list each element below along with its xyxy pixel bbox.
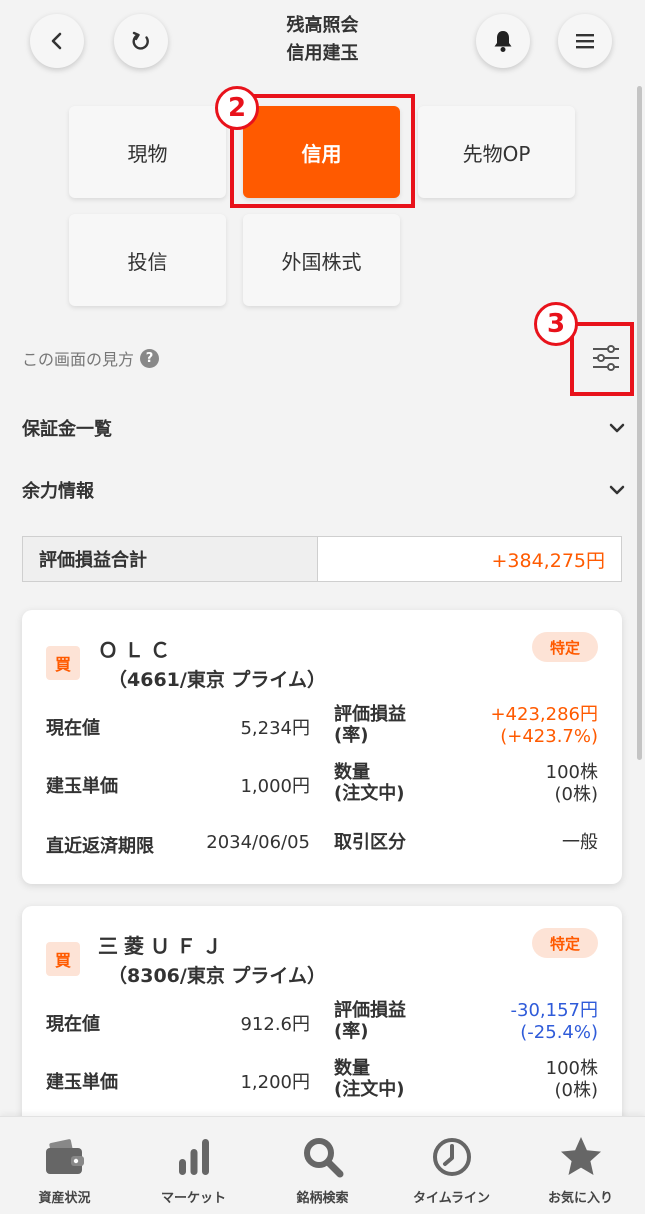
nav-assets-label: 資産状況: [38, 1191, 91, 1206]
pl-label-line1: 評価損益: [334, 1000, 406, 1021]
pl-label: 評価損益 (率): [334, 1000, 406, 1042]
refresh-button[interactable]: [114, 14, 168, 68]
callout-number-3: 3: [534, 302, 578, 346]
page-title-line2: 信用建玉: [286, 43, 359, 64]
page-title-line1: 残高照会: [286, 15, 359, 36]
wallet-icon: [45, 1139, 84, 1174]
howto-link[interactable]: この画面の見方 ?: [22, 346, 160, 370]
bell-icon: [494, 31, 512, 52]
stock-code: （8306/東京 プライム）: [108, 965, 327, 987]
search-icon: [303, 1138, 343, 1178]
nav-market[interactable]: マーケット: [129, 1117, 258, 1214]
qty-amount: 100株: [545, 762, 598, 783]
qty-label: 数量 (注文中): [334, 1058, 404, 1100]
current-price-value: 5,234円: [240, 718, 310, 739]
pl-label-line2: (率): [334, 725, 369, 746]
position-card[interactable]: 買 特定 三菱ＵＦＪ （8306/東京 プライム） 現在値 912.6円 評価損…: [22, 906, 622, 1136]
buy-badge: 買: [46, 646, 80, 680]
deadline-label: 直近返済期限: [46, 836, 154, 857]
chevron-down-icon: [609, 423, 625, 433]
current-price-label: 現在値: [46, 718, 100, 739]
nav-timeline-label: タイムライン: [412, 1191, 491, 1206]
accordion-buying-power-label: 余力情報: [22, 481, 94, 502]
qty-label-line2: (注文中): [334, 783, 405, 804]
deadline-value: 2034/06/05: [206, 832, 310, 853]
chevron-left-icon: [51, 32, 62, 50]
qty-label-line2: (注文中): [334, 1079, 405, 1100]
nav-favorites-label: お気に入り: [547, 1191, 613, 1206]
menu-button[interactable]: [558, 14, 612, 68]
unit-price-label: 建玉単価: [46, 776, 118, 797]
qty-label-line1: 数量: [334, 1058, 370, 1079]
stock-code: （4661/東京 プライム）: [108, 669, 327, 691]
trade-type-value: 一般: [562, 832, 598, 853]
account-badge: 特定: [532, 632, 598, 662]
total-pl-value: +384,275円: [491, 549, 606, 572]
nav-assets[interactable]: 資産状況: [0, 1117, 129, 1214]
nav-market-label: マーケット: [160, 1191, 226, 1206]
account-badge: 特定: [532, 928, 598, 958]
nav-stock-search[interactable]: 銘柄検索: [258, 1117, 387, 1214]
callout-number-2: 2: [215, 86, 259, 130]
trade-type-label: 取引区分: [334, 832, 406, 853]
tab-foreign-stocks[interactable]: 外国株式: [243, 214, 400, 306]
pl-value: -30,157円 (-25.4%): [511, 1000, 598, 1044]
current-price-value: 912.6円: [240, 1014, 310, 1035]
current-price-label: 現在値: [46, 1014, 100, 1035]
nav-favorites[interactable]: お気に入り: [516, 1117, 645, 1214]
qty-pending: (0株): [554, 1080, 599, 1101]
unit-price-label: 建玉単価: [46, 1072, 118, 1093]
stock-name: ＯＬＣ: [98, 638, 176, 662]
help-icon: ?: [140, 348, 160, 368]
unit-price-value: 1,200円: [240, 1072, 310, 1093]
accordion-margin-list[interactable]: 保証金一覧: [22, 408, 626, 448]
header: 残高照会 信用建玉: [0, 0, 645, 88]
page-title: 残高照会 信用建玉: [220, 12, 425, 68]
qty-label: 数量 (注文中): [334, 762, 404, 804]
back-button[interactable]: [30, 14, 84, 68]
refresh-icon: [132, 31, 149, 50]
tab-futures-op[interactable]: 先物OP: [418, 106, 575, 198]
clock-icon: [432, 1138, 471, 1176]
pl-rate: (+423.7%): [500, 726, 598, 747]
filter-button[interactable]: [586, 338, 626, 378]
scrollbar[interactable]: [637, 86, 642, 760]
pl-rate: (-25.4%): [520, 1022, 598, 1043]
chevron-down-icon: [609, 485, 625, 495]
nav-stock-search-label: 銘柄検索: [296, 1191, 349, 1206]
accordion-buying-power[interactable]: 余力情報: [22, 470, 626, 510]
total-pl-label: 評価損益合計: [23, 537, 318, 581]
qty-value: 100株 (0株): [546, 1058, 598, 1102]
qty-value: 100株 (0株): [546, 762, 598, 806]
pl-label-line1: 評価損益: [334, 704, 406, 725]
bottom-nav: 資産状況 マーケット 銘柄検索 タイムライン お気に入り: [0, 1116, 645, 1214]
qty-pending: (0株): [554, 784, 599, 805]
hamburger-menu-icon: [576, 34, 594, 49]
tab-genbutsu[interactable]: 現物: [69, 106, 226, 198]
notification-button[interactable]: [476, 14, 530, 68]
sliders-icon: [593, 345, 619, 371]
pl-label-line2: (率): [334, 1021, 369, 1042]
star-icon: [560, 1137, 601, 1175]
pl-amount: -30,157円: [510, 1000, 598, 1021]
total-pl-table: 評価損益合計 +384,275円: [22, 536, 622, 582]
accordion-margin-list-label: 保証金一覧: [22, 419, 112, 440]
pl-label: 評価損益 (率): [334, 704, 406, 746]
qty-amount: 100株: [545, 1058, 598, 1079]
pl-value: +423,286円 (+423.7%): [490, 704, 598, 748]
nav-timeline[interactable]: タイムライン: [387, 1117, 516, 1214]
bar-chart-icon: [178, 1139, 209, 1175]
buy-badge: 買: [46, 942, 80, 976]
qty-label-line1: 数量: [334, 762, 370, 783]
unit-price-value: 1,000円: [240, 776, 310, 797]
tab-toshin[interactable]: 投信: [69, 214, 226, 306]
pl-amount: +423,286円: [490, 704, 598, 725]
stock-name: 三菱ＵＦＪ: [98, 934, 228, 958]
position-card[interactable]: 買 特定 ＯＬＣ （4661/東京 プライム） 現在値 5,234円 評価損益 …: [22, 610, 622, 884]
howto-label: この画面の見方: [22, 350, 135, 369]
